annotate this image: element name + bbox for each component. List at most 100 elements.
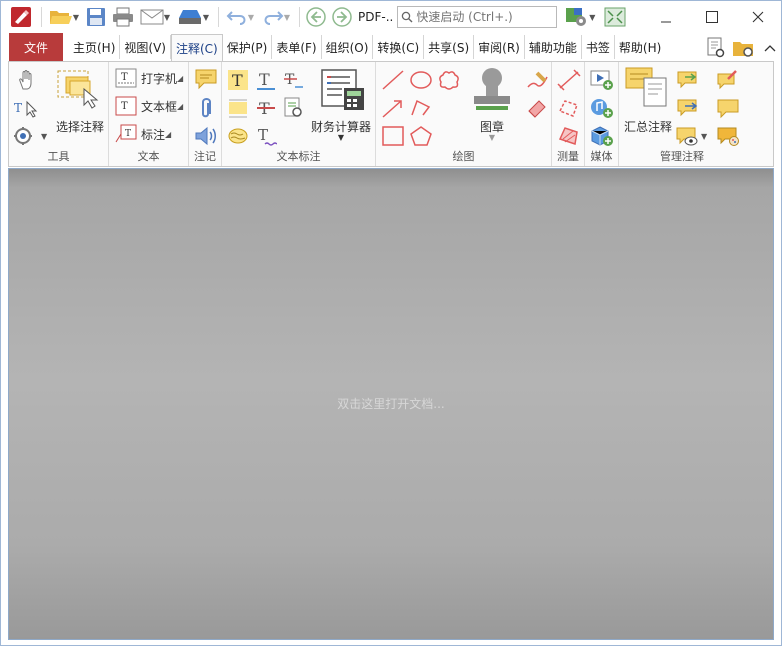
callout-label: 标注 bbox=[141, 127, 166, 142]
line-tool-icon[interactable] bbox=[380, 68, 406, 92]
squiggly-icon[interactable] bbox=[226, 124, 250, 148]
group-measure: 测量 bbox=[552, 62, 585, 166]
app-window: ▼ ▼ ▼ ▼ ▼ PDF-.. 快速启动 (Ctrl+.) ▼ 文件 主页(H… bbox=[0, 0, 782, 646]
hand-tool-icon[interactable] bbox=[15, 68, 39, 92]
typewriter-icon: T bbox=[115, 68, 137, 88]
select-comment-label: 选择注释 bbox=[55, 120, 104, 134]
tab-bookmarks[interactable]: 书签 bbox=[582, 35, 615, 59]
pencil-tool-icon[interactable] bbox=[524, 68, 550, 92]
export-comments-icon[interactable] bbox=[675, 96, 701, 120]
sound-icon[interactable] bbox=[193, 124, 219, 148]
window-controls bbox=[643, 1, 781, 33]
sticky-note-icon[interactable] bbox=[193, 66, 219, 92]
polygon-tool-icon[interactable] bbox=[408, 124, 434, 148]
measure-group-label: 测量 bbox=[557, 150, 579, 163]
wavy-underline-icon[interactable]: T bbox=[254, 124, 278, 148]
perimeter-tool-icon[interactable] bbox=[556, 96, 582, 120]
tab-file[interactable]: 文件 bbox=[9, 33, 63, 61]
show-comments-icon[interactable]: ▼ bbox=[675, 124, 715, 148]
text-markup-group-label: 文本标注 bbox=[276, 150, 321, 163]
forward-icon[interactable] bbox=[330, 4, 354, 30]
tab-view[interactable]: 视图(V) bbox=[120, 35, 171, 59]
app-logo-icon[interactable] bbox=[7, 4, 35, 30]
options-icon[interactable]: ▼ bbox=[561, 4, 599, 30]
tab-protect[interactable]: 保护(P) bbox=[223, 35, 273, 59]
tab-convert[interactable]: 转换(C) bbox=[373, 35, 425, 59]
rectangle-tool-icon[interactable] bbox=[380, 124, 406, 148]
comment-style-icon[interactable] bbox=[715, 124, 741, 148]
video-icon[interactable] bbox=[589, 68, 615, 92]
open-folder-icon[interactable]: ▼ bbox=[46, 4, 82, 30]
email-icon[interactable]: ▼ bbox=[138, 4, 172, 30]
close-button[interactable] bbox=[735, 1, 781, 33]
quick-launch-input[interactable] bbox=[416, 10, 547, 24]
arrow-tool-icon[interactable] bbox=[380, 96, 406, 120]
quick-launch-box[interactable] bbox=[397, 6, 558, 28]
stamp-icon[interactable] bbox=[470, 66, 514, 112]
textbox-button[interactable]: T 文本框 ◢ bbox=[115, 96, 183, 116]
tab-form[interactable]: 表单(F) bbox=[272, 35, 322, 59]
document-title: PDF-.. bbox=[358, 10, 394, 24]
financial-calculator-dropdown-icon[interactable]: ▼ bbox=[308, 133, 374, 142]
fullscreen-icon[interactable] bbox=[601, 4, 629, 30]
document-area[interactable]: 双击这里打开文档... bbox=[8, 168, 774, 640]
tab-organize[interactable]: 组织(O) bbox=[322, 35, 374, 59]
group-note: 注记 bbox=[189, 62, 222, 166]
tab-accessibility[interactable]: 辅助功能 bbox=[525, 35, 582, 59]
menu-bar: 文件 主页(H) 视图(V) 注释(C) 保护(P) 表单(F) 组织(O) 转… bbox=[1, 33, 781, 61]
comment-list-icon[interactable] bbox=[715, 96, 741, 120]
search-highlight-icon[interactable] bbox=[282, 96, 306, 120]
textbox-icon: T bbox=[115, 96, 137, 116]
group-manage-comments: 汇总注释 ▼ 管理注释 bbox=[619, 62, 745, 166]
underline-text-icon[interactable]: T bbox=[254, 68, 278, 92]
redo-icon[interactable]: ▼ bbox=[259, 4, 293, 30]
edit-comment-icon[interactable] bbox=[715, 68, 741, 92]
ellipse-tool-icon[interactable] bbox=[408, 68, 434, 92]
save-icon[interactable] bbox=[84, 4, 108, 30]
cloud-tool-icon[interactable] bbox=[436, 68, 462, 92]
highlight-text-icon[interactable]: T bbox=[226, 68, 250, 92]
back-icon[interactable] bbox=[304, 4, 328, 30]
summarize-comments-icon[interactable] bbox=[623, 66, 671, 110]
area-tool-icon[interactable] bbox=[556, 124, 582, 148]
tab-review[interactable]: 审阅(R) bbox=[474, 35, 525, 59]
tab-help[interactable]: 帮助(H) bbox=[615, 35, 665, 59]
callout-icon: T bbox=[115, 124, 137, 143]
eraser-tool-icon[interactable] bbox=[524, 96, 550, 120]
maximize-button[interactable] bbox=[689, 1, 735, 33]
stamp-dropdown-icon[interactable]: ▼ bbox=[470, 133, 514, 142]
zoom-settings-icon[interactable]: ▼ bbox=[13, 124, 53, 148]
import-comments-icon[interactable] bbox=[675, 68, 701, 92]
undo-icon[interactable]: ▼ bbox=[223, 4, 257, 30]
textbox-label: 文本框 bbox=[141, 99, 178, 114]
callout-button[interactable]: T 标注 ◢ bbox=[115, 124, 171, 144]
svg-text:T: T bbox=[121, 101, 128, 112]
attach-file-icon[interactable] bbox=[195, 96, 217, 122]
typewriter-label: 打字机 bbox=[141, 71, 178, 86]
print-icon[interactable] bbox=[110, 4, 136, 30]
title-bar: ▼ ▼ ▼ ▼ ▼ PDF-.. 快速启动 (Ctrl+.) ▼ bbox=[1, 1, 781, 33]
tab-comment[interactable]: 注释(C) bbox=[170, 34, 223, 61]
svg-text:T: T bbox=[121, 72, 128, 83]
replace-text-icon[interactable]: T bbox=[282, 68, 306, 92]
tab-share[interactable]: 共享(S) bbox=[424, 35, 475, 59]
folder-search-icon[interactable] bbox=[729, 36, 759, 60]
find-document-icon[interactable] bbox=[703, 36, 729, 60]
3d-object-icon[interactable] bbox=[589, 124, 615, 148]
financial-calculator-icon[interactable] bbox=[318, 68, 368, 112]
group-drawing: 图章 ▼ 绘图 bbox=[376, 62, 552, 166]
minimize-button[interactable] bbox=[643, 1, 689, 33]
tools-group-label: 工具 bbox=[47, 150, 70, 163]
polyline-tool-icon[interactable] bbox=[408, 96, 434, 120]
highlight-area-icon[interactable] bbox=[226, 96, 250, 120]
collapse-ribbon-icon[interactable] bbox=[759, 36, 781, 60]
scan-icon[interactable]: ▼ bbox=[174, 4, 212, 30]
audio-icon[interactable] bbox=[589, 96, 615, 120]
typewriter-button[interactable]: T 打字机 ◢ bbox=[115, 68, 183, 88]
distance-tool-icon[interactable] bbox=[556, 68, 582, 92]
search-icon bbox=[402, 11, 413, 23]
select-comment-icon[interactable] bbox=[55, 66, 103, 110]
strikeout-icon[interactable]: T bbox=[254, 96, 278, 120]
tab-home[interactable]: 主页(H) bbox=[69, 35, 121, 59]
select-text-icon[interactable]: T bbox=[13, 96, 41, 120]
